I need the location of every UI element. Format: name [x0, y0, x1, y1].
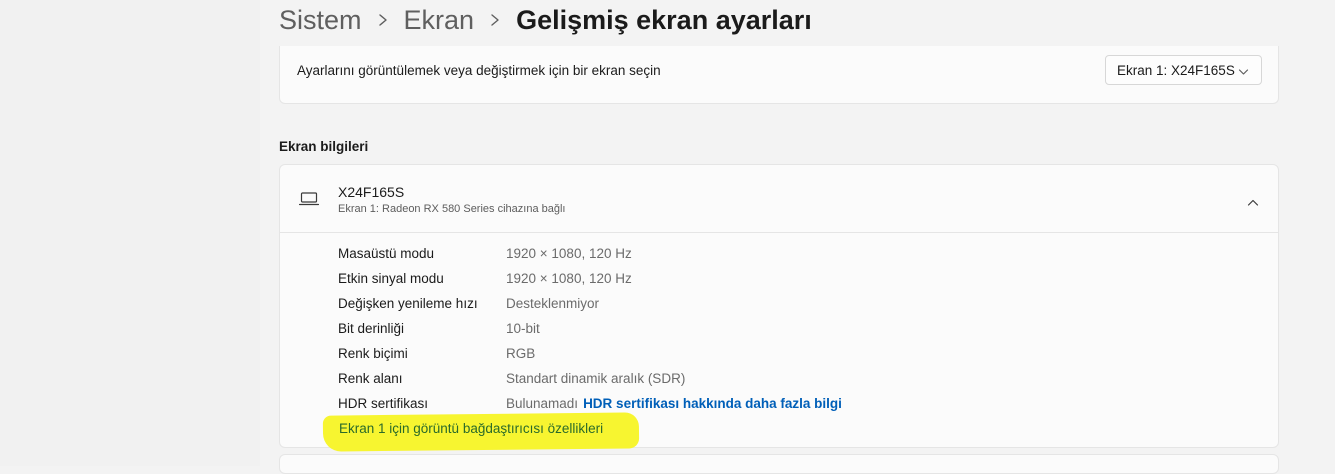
display-select-label: Ayarlarını görüntülemek veya değiştirmek…	[297, 63, 661, 78]
property-label: Masaüstü modu	[338, 246, 435, 261]
display-properties: Masaüstü modu 1920 × 1080, 120 Hz Etkin …	[338, 241, 842, 416]
property-value: 1920 × 1080, 120 Hz	[506, 246, 632, 261]
display-dropdown-value: Ekran 1: X24F165S	[1117, 62, 1235, 78]
monitor-name: X24F165S	[338, 184, 405, 200]
display-select-card: Ayarlarını görüntülemek veya değiştirmek…	[279, 46, 1279, 104]
chevron-right-icon	[362, 0, 404, 40]
page-title: Gelişmiş ekran ayarları	[516, 4, 812, 35]
chevron-right-icon	[474, 0, 516, 40]
property-row: Etkin sinyal modu 1920 × 1080, 120 Hz	[338, 266, 842, 291]
hdr-info-link[interactable]: HDR sertifikası hakkında daha fazla bilg…	[583, 396, 842, 411]
display-info-header[interactable]: X24F165S Ekran 1: Radeon RX 580 Series c…	[280, 165, 1278, 233]
property-row: Değişken yenileme hızı Desteklenmiyor	[338, 291, 842, 316]
monitor-subtitle: Ekran 1: Radeon RX 580 Series cihazına b…	[338, 203, 566, 215]
display-dropdown[interactable]: Ekran 1: X24F165S	[1105, 55, 1262, 85]
property-row: Masaüstü modu 1920 × 1080, 120 Hz	[338, 241, 842, 266]
property-row: Renk alanı Standart dinamik aralık (SDR)	[338, 366, 842, 391]
property-label: HDR sertifikası	[338, 396, 429, 411]
display-info-card: X24F165S Ekran 1: Radeon RX 580 Series c…	[279, 164, 1279, 448]
property-row: Bit derinliği 10-bit	[338, 316, 842, 341]
adapter-properties-link[interactable]: Ekran 1 için görüntü bağdaştırıcısı özel…	[339, 421, 603, 436]
navigation-pane	[0, 0, 260, 466]
property-value: 10-bit	[506, 321, 540, 336]
property-value: RGB	[506, 346, 536, 361]
property-value: Bulunamadı	[506, 396, 579, 411]
next-card	[279, 454, 1279, 474]
property-label: Renk biçimi	[338, 346, 408, 361]
property-label: Değişken yenileme hızı	[338, 296, 478, 311]
chevron-up-icon[interactable]	[1247, 194, 1259, 212]
section-title: Ekran bilgileri	[279, 139, 369, 154]
property-value: 1920 × 1080, 120 Hz	[506, 271, 632, 286]
chevron-down-icon	[1238, 64, 1249, 79]
breadcrumb-item-sistem[interactable]: Sistem	[279, 5, 362, 36]
property-value: Desteklenmiyor	[506, 296, 600, 311]
property-label: Bit derinliği	[338, 321, 405, 336]
property-row: Renk biçimi RGB	[338, 341, 842, 366]
breadcrumb: Sistem Ekran Gelişmiş ekran ayarları	[279, 0, 812, 40]
laptop-icon	[298, 192, 320, 211]
property-value: Standart dinamik aralık (SDR)	[506, 371, 686, 386]
property-label: Renk alanı	[338, 371, 403, 386]
breadcrumb-item-ekran[interactable]: Ekran	[404, 5, 475, 36]
property-label: Etkin sinyal modu	[338, 271, 444, 286]
